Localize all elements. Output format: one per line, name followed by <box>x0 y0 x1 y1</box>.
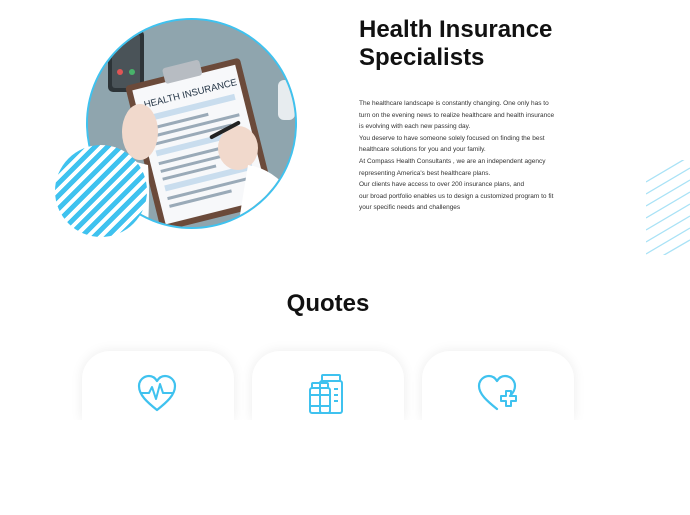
description-text: The healthcare landscape is constantly c… <box>359 98 589 214</box>
page-title-line-2: Specialists <box>359 44 485 71</box>
description-line: our broad portfolio enables us to design… <box>359 192 554 200</box>
heart-plus-icon <box>477 374 517 411</box>
quote-card-medicine[interactable] <box>252 351 404 420</box>
description-line: The healthcare landscape is constantly c… <box>359 100 549 107</box>
description-line: representing America's best healthcare p… <box>359 169 491 177</box>
description-line: You deserve to have someone solely focus… <box>359 134 545 142</box>
page-title-line-1: Health Insurance <box>359 16 553 43</box>
description-line: turn on the evening news to realize heal… <box>359 111 555 119</box>
quote-card-care[interactable] <box>422 351 574 420</box>
page-cutoff-area <box>0 420 690 515</box>
description-line: Our clients have access to over 200 insu… <box>359 181 525 189</box>
heart-pulse-icon <box>137 374 177 412</box>
description-line: is evolving with each new passing day. <box>359 123 471 131</box>
page-title: Health Insurance Specialists <box>359 16 659 72</box>
description-line: healthcare solutions for you and your fa… <box>359 146 486 154</box>
description-line: your specific needs and challenges <box>359 204 461 212</box>
quote-card-health[interactable] <box>82 351 234 420</box>
striped-circle-decoration <box>55 145 147 237</box>
medicine-bottles-icon <box>309 374 343 414</box>
description-line: At Compass Health Consultants , we are a… <box>359 157 546 165</box>
striped-corner-decoration <box>646 160 690 255</box>
quotes-heading: Quotes <box>286 290 370 317</box>
